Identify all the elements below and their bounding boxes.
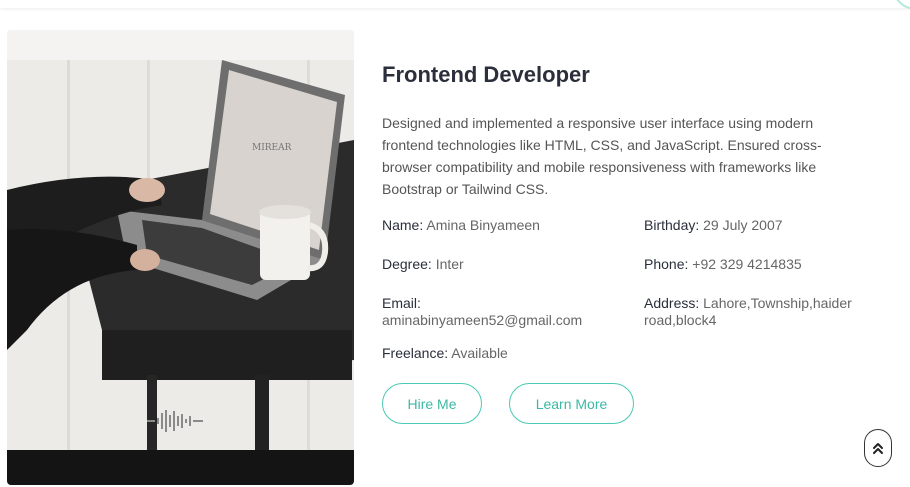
info-email-value: aminabinyameen52@gmail.com: [382, 312, 583, 328]
personal-info-grid: Name: Amina Binyameen Birthday: 29 July …: [382, 217, 882, 379]
info-name: Name: Amina Binyameen: [382, 217, 644, 256]
info-degree-value: Inter: [431, 256, 464, 272]
job-title: Frontend Developer: [382, 62, 590, 87]
info-email: Email: aminabinyameen52@gmail.com: [382, 295, 644, 345]
double-chevron-up-icon: [873, 443, 883, 454]
action-buttons: Hire Me Learn More: [382, 383, 882, 424]
info-birthday: Birthday: 29 July 2007: [644, 217, 884, 256]
info-freelance-value: Available: [448, 345, 508, 361]
job-description: Designed and implemented a responsive us…: [382, 115, 822, 197]
hire-me-button[interactable]: Hire Me: [382, 383, 482, 424]
info-phone: Phone: +92 329 4214835: [644, 256, 884, 295]
info-birthday-value: 29 July 2007: [699, 217, 783, 233]
profile-photo: MIREAR: [7, 30, 354, 485]
header-bar: [0, 0, 910, 8]
info-name-value: Amina Binyameen: [423, 217, 540, 233]
info-degree-label: Degree:: [382, 256, 432, 272]
info-phone-value: +92 329 4214835: [688, 256, 802, 272]
info-name-label: Name:: [382, 217, 424, 233]
info-phone-label: Phone:: [644, 256, 689, 272]
info-empty: [644, 345, 884, 379]
learn-more-button[interactable]: Learn More: [509, 383, 634, 424]
info-degree: Degree: Inter: [382, 256, 644, 295]
info-freelance-label: Freelance:: [382, 345, 449, 361]
info-birthday-label: Birthday:: [644, 217, 700, 233]
about-section: Frontend Developer Designed and implemen…: [382, 60, 882, 424]
svg-text:MIREAR: MIREAR: [252, 143, 292, 153]
info-address-label: Address:: [644, 295, 700, 311]
info-email-label: Email:: [382, 295, 421, 311]
info-address: Address: Lahore,Township,haider road,blo…: [644, 295, 884, 345]
scroll-to-top-button[interactable]: [864, 429, 892, 467]
info-freelance: Freelance: Available: [382, 345, 644, 379]
